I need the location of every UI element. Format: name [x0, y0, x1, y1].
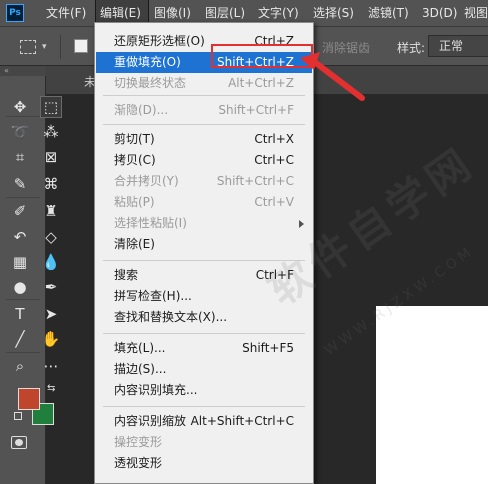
foreground-color-swatch[interactable] — [18, 388, 40, 410]
line-tool-icon[interactable]: ╱ — [9, 328, 31, 350]
divider — [6, 352, 40, 353]
menu-item-shortcut: Ctrl+F — [255, 268, 294, 282]
collapse-icon[interactable]: « — [0, 66, 46, 76]
menu-item-label: 拼写检查(H)... — [114, 289, 192, 303]
menu-item[interactable]: 内容识别填充... — [96, 380, 312, 401]
menu-item-label: 内容识别缩放 — [114, 414, 187, 428]
menu-item-label: 剪切(T) — [114, 132, 155, 146]
divider — [6, 116, 40, 117]
menu-item-label: 搜索 — [114, 268, 139, 282]
menu-separator — [103, 124, 305, 125]
arrow-shaft — [309, 57, 365, 101]
menu-item[interactable]: 透视变形 — [96, 453, 312, 474]
menu-item[interactable]: 拷贝(C) Ctrl+C — [96, 150, 312, 171]
brush-tool-icon[interactable]: ✐ — [9, 200, 31, 222]
menu-item-label: 选择性粘贴(I) — [114, 216, 187, 230]
annotation-arrow-icon — [300, 52, 365, 101]
menu-item-shortcut: Alt+Shift+Ctrl+C — [190, 414, 294, 428]
menu-item-shortcut: Ctrl+X — [254, 132, 294, 146]
menu-item-label: 填充(L)... — [114, 341, 166, 355]
menu-item[interactable]: 填充(L)... Shift+F5 — [96, 338, 312, 359]
menu-filter[interactable]: 滤镜(T) — [368, 0, 409, 26]
gradient-tool-icon[interactable]: ▦ — [9, 251, 31, 273]
menu-separator — [103, 406, 305, 407]
marquee-preset-icon[interactable] — [20, 40, 36, 54]
eraser-tool-icon[interactable]: ◇ — [40, 226, 62, 248]
photoshop-logo-icon: Ps — [6, 4, 24, 22]
menu-item[interactable]: 描边(S)... — [96, 359, 312, 380]
menu-3d[interactable]: 3D(D) — [422, 0, 457, 26]
marquee-tool-icon[interactable]: ⬚ — [40, 96, 62, 118]
divider — [6, 197, 40, 198]
menu-item: 渐隐(D)... Shift+Ctrl+F — [96, 100, 312, 121]
submenu-arrow-icon — [299, 220, 304, 228]
spot-healing-tool-icon[interactable]: ⌘ — [40, 173, 62, 195]
more-tools-icon[interactable]: ⋯ — [40, 355, 62, 377]
default-colors-icon[interactable] — [14, 412, 22, 420]
menu-item-label: 还原矩形选框(O) — [114, 34, 205, 48]
menu-item[interactable]: 剪切(T) Ctrl+X — [96, 129, 312, 150]
menu-item[interactable]: 拼写检查(H)... — [96, 286, 312, 307]
edit-menu-dropdown: 软件自学网 WWW.RJZXW.COM 还原矩形选框(O) Ctrl+Z 重做填充(… — [94, 22, 484, 484]
menu-item[interactable]: 查找和替换文本(X)... — [96, 307, 312, 328]
dodge-tool-icon[interactable]: ● — [9, 276, 31, 298]
chevron-down-icon[interactable]: ▾ — [42, 42, 47, 52]
menu-item-label: 描边(S)... — [114, 362, 167, 376]
menu-item-label: 重做填充(O) — [114, 55, 181, 69]
menu-item: 切换最终状态 Alt+Ctrl+Z — [96, 73, 312, 94]
frame-tool-icon[interactable]: ⊠ — [40, 146, 62, 168]
divider — [6, 299, 40, 300]
menu-item-shortcut: Ctrl+V — [254, 195, 294, 209]
menu-item-label: 操控变形 — [114, 435, 163, 449]
menu-item[interactable]: 搜索 Ctrl+F — [96, 265, 312, 286]
menu-item-label: 查找和替换文本(X)... — [114, 310, 228, 324]
menu-item-shortcut: Shift+Ctrl+C — [216, 174, 294, 188]
path-select-tool-icon[interactable]: ➤ — [40, 303, 62, 325]
menu-item: 操控变形 — [96, 432, 312, 453]
style-label: 样式: — [397, 41, 426, 55]
menu-item-label: 渐隐(D)... — [114, 103, 169, 117]
zoom-tool-icon[interactable]: ⌕ — [9, 355, 31, 377]
quick-mask-icon[interactable] — [11, 436, 27, 449]
lasso-tool-icon[interactable]: ➰ — [9, 121, 31, 143]
menu-item-label: 拷贝(C) — [114, 153, 156, 167]
menu-item[interactable]: 内容识别缩放 Alt+Shift+Ctrl+C — [96, 411, 312, 432]
menu-item-shortcut: Shift+Ctrl+F — [218, 103, 294, 117]
document-canvas[interactable] — [376, 306, 488, 484]
menu-item: 合并拷贝(Y) Shift+Ctrl+C — [96, 171, 312, 192]
history-brush-tool-icon[interactable]: ↶ — [9, 226, 31, 248]
eyedropper-tool-icon[interactable]: ✎ — [9, 173, 31, 195]
menu-item-label: 合并拷贝(Y) — [114, 174, 179, 188]
menu-item-label: 粘贴(P) — [114, 195, 155, 209]
menu-separator — [103, 260, 305, 261]
menu-item-label: 清除(E) — [114, 237, 155, 251]
menu-item: 粘贴(P) Ctrl+V — [96, 192, 312, 213]
hand-tool-icon[interactable]: ✋ — [40, 328, 62, 350]
menu-separator — [103, 333, 305, 334]
divider — [60, 35, 61, 59]
menu-item-shortcut: Shift+F5 — [242, 341, 294, 355]
menu-item-label: 透视变形 — [114, 456, 163, 470]
menu-item-label: 切换最终状态 — [114, 76, 187, 90]
style-select[interactable]: 正常 — [428, 35, 488, 57]
move-tool-icon[interactable]: ✥ — [9, 96, 31, 118]
menu-item-shortcut: Alt+Ctrl+Z — [228, 76, 294, 90]
new-selection-icon[interactable] — [74, 39, 88, 53]
menu-item[interactable]: 清除(E) — [96, 234, 312, 255]
menu-separator — [103, 95, 305, 96]
menu-item-shortcut: Ctrl+C — [254, 153, 294, 167]
menu-item-label: 内容识别填充... — [114, 383, 198, 397]
menu-item: 选择性粘贴(I) — [96, 213, 312, 234]
type-tool-icon[interactable]: T — [9, 303, 31, 325]
stamp-tool-icon[interactable]: ♜ — [40, 200, 62, 222]
menu-file[interactable]: 文件(F) — [46, 0, 86, 26]
menu-select[interactable]: 选择(S) — [313, 0, 354, 26]
blur-tool-icon[interactable]: 💧 — [40, 251, 62, 273]
swap-colors-icon[interactable]: ⇆ — [47, 383, 55, 394]
pen-tool-icon[interactable]: ✒ — [40, 276, 62, 298]
menu-view[interactable]: 视图 — [464, 0, 488, 26]
magic-wand-tool-icon[interactable]: ⁂ — [40, 121, 62, 143]
crop-tool-icon[interactable]: ⌗ — [9, 146, 31, 168]
